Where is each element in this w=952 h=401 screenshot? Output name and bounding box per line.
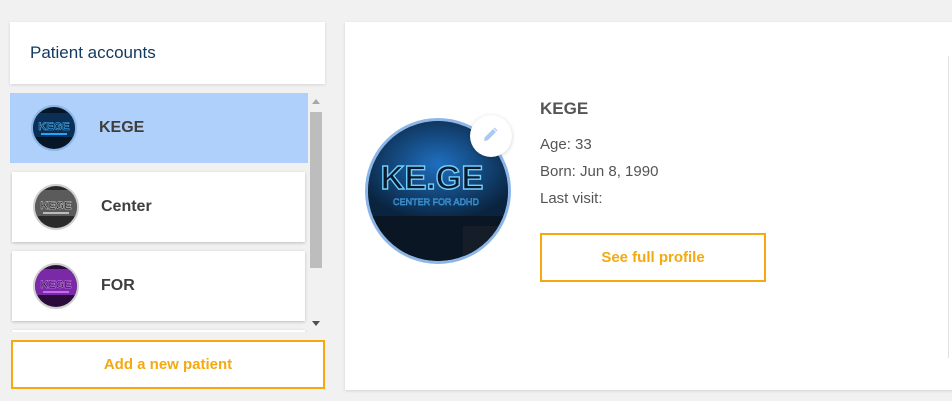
patient-sidebar: Patient accounts KEGE KEGE KEGE Center K… [0, 0, 335, 401]
avatar: KEGE [33, 184, 79, 230]
svg-text:KEGE: KEGE [40, 200, 71, 212]
patient-list-scrollbar[interactable] [308, 93, 324, 332]
scroll-down-icon[interactable] [312, 321, 320, 326]
patient-item-partial[interactable] [12, 330, 305, 332]
avatar: KEGE [33, 263, 79, 309]
patient-name: FOR [101, 277, 135, 294]
patient-name-heading: KEGE [540, 99, 589, 118]
sidebar-title: Patient accounts [10, 22, 325, 84]
patient-item-for[interactable]: KEGE FOR [12, 251, 305, 321]
see-full-profile-button[interactable]: See full profile [540, 233, 766, 282]
patient-list: KEGE KEGE KEGE Center KEGE FOR [10, 93, 324, 332]
patient-name: KEGE [99, 119, 145, 136]
patient-age: Age: 33 [540, 136, 592, 153]
add-patient-button[interactable]: Add a new patient [11, 340, 325, 389]
patient-name: Center [101, 198, 152, 215]
patient-info: KEGE Age: 33 Born: Jun 8, 1990 Last visi… [540, 99, 658, 217]
avatar: KEGE [31, 105, 77, 151]
patient-item-kege[interactable]: KEGE KEGE [10, 93, 308, 163]
photo-sign-subtext: CENTER FOR ADHD [393, 197, 480, 207]
pencil-icon [481, 124, 501, 149]
edit-photo-button[interactable] [470, 115, 512, 157]
scroll-thumb[interactable] [310, 112, 322, 268]
svg-text:KEGE: KEGE [40, 279, 71, 291]
patient-item-center[interactable]: KEGE Center [12, 172, 305, 242]
patient-birthdate: Born: Jun 8, 1990 [540, 163, 659, 180]
patient-last-visit: Last visit: [540, 190, 603, 207]
scroll-up-icon[interactable] [312, 99, 320, 104]
svg-text:KEGE: KEGE [38, 121, 69, 133]
divider [948, 56, 949, 358]
photo-sign-text: KE.GE [381, 159, 484, 196]
